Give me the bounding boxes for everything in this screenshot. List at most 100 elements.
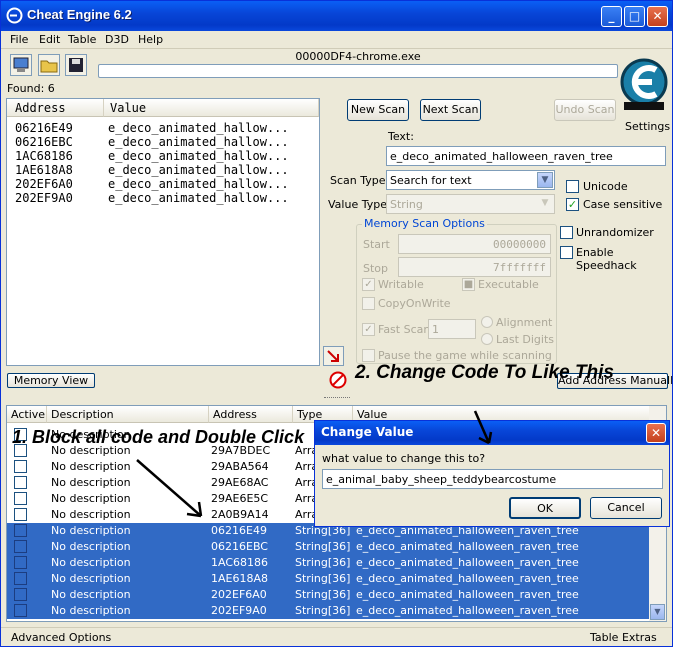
case-sensitive-checkbox[interactable]: ✓ — [566, 198, 579, 211]
row-active-checkbox[interactable] — [14, 476, 27, 489]
copy-to-table-button[interactable] — [323, 346, 344, 366]
scan-type-label: Scan Type — [330, 174, 386, 187]
row-active-checkbox[interactable] — [14, 572, 27, 585]
unrandomizer-checkbox[interactable] — [560, 226, 573, 239]
start-address-input[interactable]: 00000000 — [398, 234, 551, 254]
stop-address-input[interactable]: 7fffffff — [398, 257, 551, 277]
menu-file[interactable]: File — [10, 33, 28, 46]
row-active-checkbox[interactable] — [14, 492, 27, 505]
result-address[interactable]: 1AC68186 — [15, 149, 73, 163]
row-value: e_deco_animated_halloween_raven_tree — [356, 556, 579, 569]
col-header-value[interactable]: Value — [104, 99, 319, 117]
save-button[interactable] — [65, 54, 87, 76]
computer-icon — [13, 57, 29, 72]
open-process-button[interactable] — [10, 54, 32, 76]
start-label: Start — [363, 238, 390, 251]
memory-view-button[interactable]: Memory View — [7, 373, 95, 388]
result-address[interactable]: 06216EBC — [15, 135, 73, 149]
menu-d3d[interactable]: D3D — [105, 33, 129, 46]
table-row[interactable]: No description 202EF6A0 String[36] e_deco_a… — [7, 587, 650, 603]
table-row[interactable]: No description 202EF9A0 String[36] e_deco_a… — [7, 603, 650, 619]
memory-scan-options-group: Memory Scan Options Start 00000000 Stop … — [356, 217, 557, 364]
scan-type-select[interactable]: Search for text ▼ — [386, 170, 555, 190]
menu-help[interactable]: Help — [138, 33, 163, 46]
maximize-button[interactable]: □ — [624, 6, 645, 27]
stop-button[interactable] — [329, 371, 347, 389]
result-address[interactable]: 06216E49 — [15, 121, 73, 135]
alignment-radio[interactable] — [481, 316, 493, 328]
table-extras-link[interactable]: Table Extras — [590, 631, 657, 644]
chevron-down-icon[interactable]: ▼ — [537, 172, 553, 188]
executable-checkbox[interactable]: ■ — [462, 278, 475, 291]
splitter-handle[interactable] — [324, 397, 350, 399]
col-header-description[interactable]: Description — [47, 406, 209, 423]
row-active-checkbox[interactable] — [14, 588, 27, 601]
writable-checkbox[interactable]: ✓ — [362, 278, 375, 291]
result-value[interactable]: e_deco_animated_hallow... — [108, 177, 289, 191]
title-bar[interactable]: Cheat Engine 6.2 _ □ ✕ — [1, 1, 672, 31]
fastscan-checkbox[interactable]: ✓ — [362, 323, 375, 336]
writable-label: Writable — [378, 278, 424, 291]
row-active-checkbox[interactable] — [14, 540, 27, 553]
scan-results-list[interactable]: Address Value 06216E49 e_deco_animated_ha… — [6, 98, 320, 366]
table-row[interactable]: No description 06216EBC String[36] e_deco_a… — [7, 539, 650, 555]
row-active-checkbox[interactable] — [14, 460, 27, 473]
row-active-checkbox[interactable] — [14, 524, 27, 537]
advanced-options-link[interactable]: Advanced Options — [11, 631, 111, 644]
row-active-checkbox[interactable] — [14, 604, 27, 617]
pause-game-checkbox[interactable] — [362, 349, 375, 362]
row-address: 29AE6E5C — [211, 492, 269, 505]
cheat-engine-logo[interactable] — [618, 52, 670, 118]
result-value[interactable]: e_deco_animated_hallow... — [108, 191, 289, 205]
open-file-button[interactable] — [38, 54, 60, 76]
next-scan-button[interactable]: Next Scan — [420, 99, 481, 121]
cancel-button[interactable]: Cancel — [590, 497, 662, 519]
row-type: String[36] — [295, 572, 351, 585]
value-type-select[interactable]: String ▼ — [386, 194, 555, 214]
folder-icon — [40, 60, 58, 73]
new-value-input[interactable]: e_animal_baby_sheep_teddybearcostume — [322, 469, 663, 489]
row-address: 202EF9A0 — [211, 604, 267, 617]
chevron-down-icon[interactable]: ▼ — [537, 196, 553, 212]
table-row[interactable]: No description 1AC68186 String[36] e_deco_a… — [7, 555, 650, 571]
fastscan-input[interactable]: 1 — [428, 319, 476, 339]
row-active-checkbox[interactable] — [14, 556, 27, 569]
result-value[interactable]: e_deco_animated_hallow... — [108, 149, 289, 163]
result-address[interactable]: 202EF6A0 — [15, 177, 73, 191]
search-text-input[interactable]: e_deco_animated_halloween_raven_tree — [386, 146, 666, 166]
copyonwrite-checkbox[interactable] — [362, 297, 375, 310]
speedhack-checkbox[interactable] — [560, 246, 573, 259]
stop-label: Stop — [363, 262, 389, 275]
result-value[interactable]: e_deco_animated_hallow... — [108, 135, 289, 149]
settings-label[interactable]: Settings — [625, 120, 670, 133]
dialog-title: Change Value — [321, 425, 414, 439]
row-address: 06216EBC — [211, 540, 268, 553]
new-scan-button[interactable]: New Scan — [347, 99, 409, 121]
result-value[interactable]: e_deco_animated_hallow... — [108, 163, 289, 177]
minimize-button[interactable]: _ — [601, 6, 622, 27]
process-name: 00000DF4-chrome.exe — [295, 50, 421, 63]
col-header-active[interactable]: Active — [7, 406, 47, 423]
unicode-checkbox[interactable] — [566, 180, 579, 193]
result-address[interactable]: 202EF9A0 — [15, 191, 73, 205]
ok-button[interactable]: OK — [509, 497, 581, 519]
close-button[interactable]: ✕ — [647, 6, 668, 27]
case-sensitive-label: Case sensitive — [583, 198, 663, 211]
unicode-label: Unicode — [583, 180, 628, 193]
col-header-address[interactable]: Address — [209, 406, 293, 423]
result-address[interactable]: 1AE618A8 — [15, 163, 73, 177]
result-value[interactable]: e_deco_animated_hallow... — [108, 121, 289, 135]
scroll-down-icon[interactable]: ▼ — [650, 604, 665, 620]
dialog-close-button[interactable]: ✕ — [646, 423, 666, 443]
undo-scan-button[interactable]: Undo Scan — [554, 99, 616, 121]
speedhack-label: Enable Speedhack — [576, 246, 637, 272]
lastdigits-radio[interactable] — [481, 333, 493, 345]
row-address: 1AC68186 — [211, 556, 269, 569]
menu-table[interactable]: Table — [68, 33, 96, 46]
copyonwrite-label: CopyOnWrite — [378, 297, 451, 310]
value-type-value: String — [390, 198, 423, 211]
table-row[interactable]: No description 1AE618A8 String[36] e_deco_a… — [7, 571, 650, 587]
row-active-checkbox[interactable] — [14, 508, 27, 521]
menu-edit[interactable]: Edit — [39, 33, 60, 46]
col-header-address[interactable]: Address — [7, 99, 104, 117]
